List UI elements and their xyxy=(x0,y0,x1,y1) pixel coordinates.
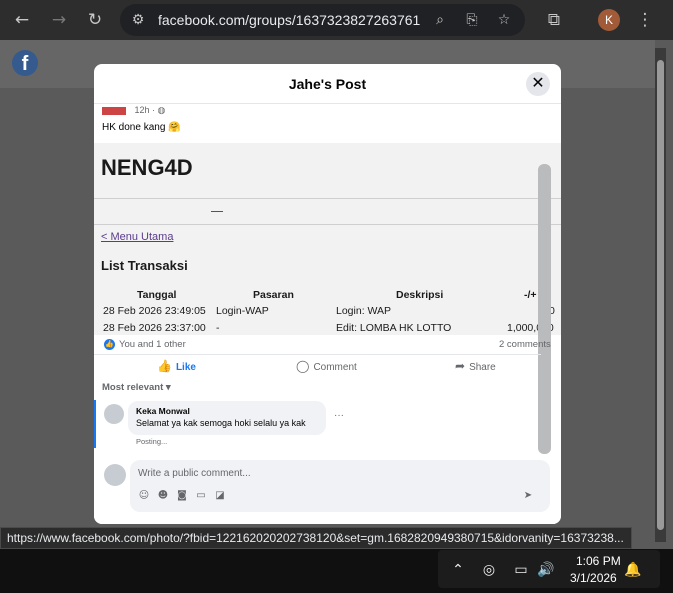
image-brand: NENG4D xyxy=(101,155,193,180)
image-divider xyxy=(94,198,561,199)
browser-toolbar: ← → ↻ ⚙ facebook.com/groups/163732382726… xyxy=(0,0,673,40)
network-icon[interactable]: ▭ xyxy=(512,561,530,579)
zoom-icon[interactable]: ⌕ xyxy=(430,10,450,30)
clock-time[interactable]: 1:06 PM xyxy=(576,554,621,568)
author-avatar[interactable] xyxy=(102,106,126,115)
my-avatar[interactable] xyxy=(104,464,126,486)
reaction-summary[interactable]: 👍 You and 1 other xyxy=(104,339,186,350)
notification-icon[interactable]: 🔔 xyxy=(624,561,642,579)
table-cell: Edit: LOMBA HK LOTTO xyxy=(336,322,452,334)
share-button-label: Share xyxy=(469,362,496,373)
install-app-icon[interactable]: ⎘ xyxy=(462,10,482,30)
table-header: Deskripsi xyxy=(396,289,444,301)
link-status-bar: https://www.facebook.com/photo/?fbid=122… xyxy=(0,527,632,549)
table-header: Pasaran xyxy=(253,289,294,301)
dialog-header: Jahe's Post ✕ xyxy=(94,64,561,104)
comment-bubble: Keka Monwal Selamat ya kak semoga hoki s… xyxy=(128,401,326,435)
forward-icon[interactable]: → xyxy=(47,8,71,32)
comment-more-icon[interactable]: ··· xyxy=(334,410,344,421)
image-section-title: List Transaksi xyxy=(101,258,188,273)
comment-text: Selamat ya kak semoga hoki selalu ya kak xyxy=(136,418,306,428)
comment-sort-dropdown[interactable]: Most relevant ▾ xyxy=(102,382,171,393)
browser-menu-icon[interactable]: ⋮ xyxy=(633,8,657,32)
address-url[interactable]: facebook.com/groups/1637323827263761 xyxy=(158,4,428,36)
post-text: HK done kang 🤗 xyxy=(102,122,181,133)
comment-author[interactable]: Keka Monwal xyxy=(136,406,190,416)
send-icon[interactable]: ➤ xyxy=(522,490,534,502)
table-header: Tanggal xyxy=(137,289,177,301)
page-scrollbar[interactable] xyxy=(655,48,666,542)
system-tray: ⌃ ◎ ▭ 🔊 🔔 xyxy=(438,550,660,588)
page-scrollbar-thumb[interactable] xyxy=(657,60,664,530)
back-icon[interactable]: ← xyxy=(10,8,34,32)
post-image[interactable]: NENG4D < Menu Utama List Transaksi Tangg… xyxy=(94,143,561,335)
comment-highlight-bar xyxy=(94,400,96,448)
like-button[interactable]: 👍 Like xyxy=(157,359,196,373)
facebook-logo[interactable]: f xyxy=(12,50,38,76)
dialog-scrollbar[interactable] xyxy=(538,164,551,454)
clock-date[interactable]: 3/1/2026 xyxy=(570,571,617,585)
volume-icon[interactable]: 🔊 xyxy=(537,561,555,579)
chevron-up-icon[interactable]: ⌃ xyxy=(449,561,467,579)
like-button-label: Like xyxy=(175,362,196,373)
post-actions: 👍 Like ◯ Comment ➦ Share xyxy=(94,354,541,376)
comments-count[interactable]: 2 comments xyxy=(499,339,551,350)
close-button[interactable]: ✕ xyxy=(526,72,550,96)
comment-button-label: Comment xyxy=(313,362,357,373)
table-cell: Login-WAP xyxy=(216,305,269,317)
image-divider xyxy=(211,211,223,212)
sticker-icon[interactable]: ◪ xyxy=(214,490,226,502)
gif-icon[interactable]: ▭ xyxy=(195,490,207,502)
avatar-sticker-icon[interactable]: ☺ xyxy=(138,490,150,502)
table-cell: 28 Feb 2026 23:37:00 xyxy=(103,322,206,334)
post-time[interactable]: 12h · xyxy=(135,105,158,115)
like-reaction-icon: 👍 xyxy=(104,339,115,350)
table-cell: - xyxy=(216,322,220,334)
site-info-icon[interactable]: ⚙ xyxy=(128,10,148,30)
dialog-title: Jahe's Post xyxy=(288,76,367,92)
comment-composer: Write a public comment... ☺ ☻ ◙ ▭ ◪ ➤ xyxy=(94,456,561,524)
thumbs-up-icon: 👍 xyxy=(157,359,172,373)
address-bar[interactable]: ⚙ facebook.com/groups/1637323827263761 ⌕… xyxy=(120,4,525,36)
commenter-avatar[interactable] xyxy=(104,404,124,424)
extensions-icon[interactable]: ⧉ xyxy=(542,8,566,32)
table-cell: Login: WAP xyxy=(336,305,392,317)
comment-button[interactable]: ◯ Comment xyxy=(296,359,357,373)
camera-icon[interactable]: ◙ xyxy=(176,490,188,502)
comment-icon: ◯ xyxy=(296,359,310,373)
table-header: -/+ xyxy=(524,289,537,301)
bookmark-star-icon[interactable]: ☆ xyxy=(494,10,514,30)
comment-status: Posting... xyxy=(136,437,168,446)
comment-input-placeholder: Write a public comment... xyxy=(138,468,251,479)
share-icon: ➦ xyxy=(455,359,466,373)
share-button[interactable]: ➦ Share xyxy=(455,359,496,373)
table-cell: 28 Feb 2026 23:49:05 xyxy=(103,305,206,317)
post-dialog: Jahe's Post ✕ 12h · ◍ HK done kang 🤗 NEN… xyxy=(94,64,561,524)
profile-avatar[interactable]: K xyxy=(598,9,620,31)
image-divider xyxy=(94,224,561,225)
globe-icon: ◍ xyxy=(157,106,166,116)
sync-icon[interactable]: ◎ xyxy=(480,561,498,579)
reaction-text: You and 1 other xyxy=(119,339,186,351)
emoji-icon[interactable]: ☻ xyxy=(157,490,169,502)
post-meta: 12h · ◍ xyxy=(102,105,542,117)
comment-input[interactable]: Write a public comment... ☺ ☻ ◙ ▭ ◪ ➤ xyxy=(130,460,550,512)
image-menu-link: < Menu Utama xyxy=(101,231,174,243)
reload-icon[interactable]: ↻ xyxy=(83,8,107,32)
